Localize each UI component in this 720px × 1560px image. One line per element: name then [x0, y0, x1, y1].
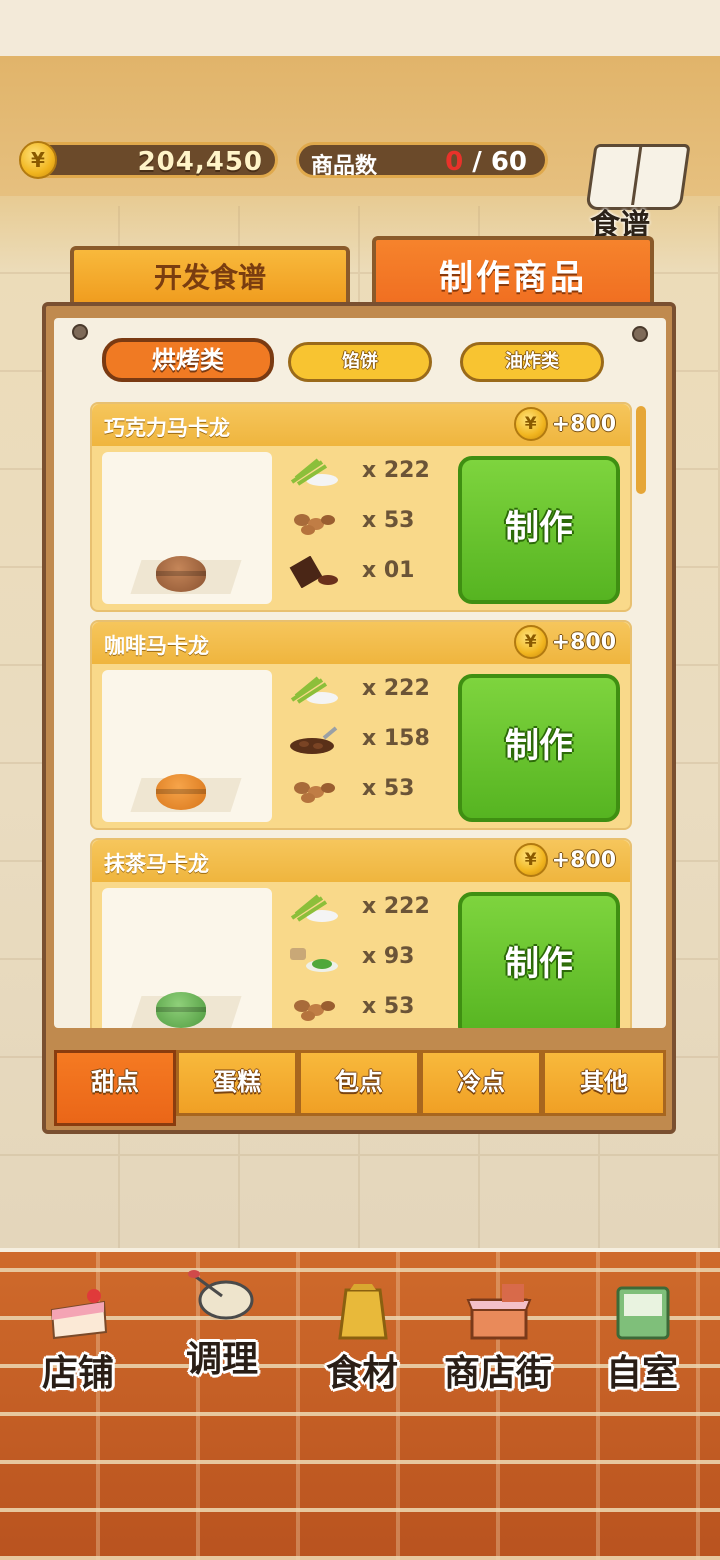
tab-buns[interactable]: 包点: [298, 1050, 420, 1116]
reward-value: +800: [551, 411, 616, 437]
make-button[interactable]: 制作: [458, 456, 620, 604]
product-name: 咖啡马卡龙: [104, 634, 209, 658]
nav-my-room[interactable]: 自室: [574, 1270, 710, 1410]
product-card: 巧克力马卡龙 ¥ +800 x 222 x 53 x 01 制作: [90, 402, 632, 612]
product-image: [102, 888, 272, 1028]
reward: ¥ +800: [513, 843, 616, 877]
nav-ingredients[interactable]: 食材: [294, 1270, 430, 1410]
ingredient-row: x 222: [288, 888, 448, 928]
product-name: 巧克力马卡龙: [104, 416, 230, 440]
goods-label: 商品数: [311, 154, 378, 179]
ingredient-qty: x 222: [362, 676, 430, 701]
ingredient-qty: x 53: [362, 994, 415, 1019]
tab-dessert[interactable]: 甜点: [54, 1050, 176, 1126]
goods-count-pill: 商品数 0 / 60: [296, 142, 548, 179]
ingredient-row: x 53: [288, 770, 448, 810]
almonds-icon: [294, 514, 335, 535]
sugar-cane-icon: [290, 676, 338, 704]
tab-cake[interactable]: 蛋糕: [176, 1050, 298, 1116]
ingredient-qty: x 01: [362, 558, 415, 583]
storefront-icon: [466, 1284, 532, 1340]
matcha-powder-icon: [290, 948, 338, 972]
subtab-pie[interactable]: 馅饼: [288, 342, 432, 382]
staff-only-door-icon: [616, 1286, 670, 1340]
ingredient-row: x 222: [288, 670, 448, 710]
coin-balance: ¥ 204,450: [19, 141, 278, 179]
goods-count: 0 / 60: [445, 147, 527, 177]
goods-max: / 60: [463, 147, 527, 177]
nav-shop[interactable]: 店铺: [10, 1270, 146, 1410]
coin-icon: ¥: [513, 843, 548, 877]
coin-icon: ¥: [19, 141, 57, 179]
ingredient-row: x 53: [288, 988, 448, 1028]
ingredient-row: x 01: [288, 552, 448, 592]
ingredient-qty: x 53: [362, 776, 415, 801]
coin-icon: ¥: [513, 407, 548, 441]
sugar-cane-icon: [290, 894, 338, 922]
nav-label: 自室: [605, 1353, 678, 1394]
almonds-icon: [294, 782, 335, 803]
top-strip: [0, 0, 720, 56]
sugar-cane-icon: [290, 458, 338, 486]
coffee-beans-icon: [290, 726, 338, 754]
reward: ¥ +800: [513, 407, 616, 441]
coin-icon: ¥: [513, 625, 548, 659]
tab-other[interactable]: 其他: [542, 1050, 666, 1116]
reward-value: +800: [551, 629, 616, 655]
chocolate-macaron-icon: [156, 556, 206, 592]
chocolate-icon: [289, 556, 338, 588]
ingredient-row: x 222: [288, 452, 448, 492]
nav-label: 食材: [325, 1353, 398, 1394]
subtab-bake[interactable]: 烘烤类: [102, 338, 274, 382]
almonds-icon: [294, 1000, 335, 1021]
product-image: [102, 452, 272, 604]
make-button[interactable]: 制作: [458, 892, 620, 1028]
ingredient-qty: x 222: [362, 894, 430, 919]
flour-sack-icon: [338, 1284, 388, 1340]
coffee-macaron-icon: [156, 774, 206, 810]
card-header: 抹茶马卡龙 ¥ +800: [92, 840, 630, 882]
product-list[interactable]: 巧克力马卡龙 ¥ +800 x 222 x 53 x 01 制作 咖啡马卡龙 ¥ +: [90, 402, 632, 1028]
list-scrollbar[interactable]: [636, 406, 646, 1026]
category-tabs: 甜点 蛋糕 包点 冷点 其他: [54, 1050, 666, 1126]
pin-icon: [72, 324, 88, 340]
recipe-book-button[interactable]: 食谱: [582, 138, 692, 244]
ingredient-row: x 93: [288, 938, 448, 978]
nav-shopping-street[interactable]: 商店街: [430, 1270, 566, 1410]
nav-label: 商店街: [443, 1353, 552, 1394]
reward: ¥ +800: [513, 625, 616, 659]
card-header: 巧克力马卡龙 ¥ +800: [92, 404, 630, 446]
pin-icon: [632, 326, 648, 342]
ingredient-qty: x 158: [362, 726, 430, 751]
reward-value: +800: [551, 847, 616, 873]
product-name: 抹茶马卡龙: [104, 852, 209, 876]
ingredient-row: x 53: [288, 502, 448, 542]
ingredient-qty: x 93: [362, 944, 415, 969]
product-card: 咖啡马卡龙 ¥ +800 x 222 x 158 x 53 制作: [90, 620, 632, 830]
product-image: [102, 670, 272, 822]
ingredient-qty: x 222: [362, 458, 430, 483]
tab-cold-dessert[interactable]: 冷点: [420, 1050, 542, 1116]
product-card: 抹茶马卡龙 ¥ +800 x 222 x 93 x 53 制作: [90, 838, 632, 1028]
tab-develop-recipe[interactable]: 开发食谱: [70, 246, 350, 308]
make-button[interactable]: 制作: [458, 674, 620, 822]
mixing-bowl-icon: [188, 1270, 254, 1320]
coin-amount: 204,450: [137, 147, 263, 177]
ingredient-qty: x 53: [362, 508, 415, 533]
matcha-macaron-icon: [156, 992, 206, 1028]
ingredient-row: x 158: [288, 720, 448, 760]
nav-label: 调理: [185, 1339, 258, 1380]
cake-icon: [50, 1289, 108, 1340]
card-header: 咖啡马卡龙 ¥ +800: [92, 622, 630, 664]
nav-label: 店铺: [41, 1353, 114, 1394]
nav-cook[interactable]: 调理: [154, 1256, 290, 1396]
scrollbar-thumb[interactable]: [636, 406, 646, 494]
goods-current: 0: [445, 147, 464, 177]
subtab-fry[interactable]: 油炸类: [460, 342, 604, 382]
